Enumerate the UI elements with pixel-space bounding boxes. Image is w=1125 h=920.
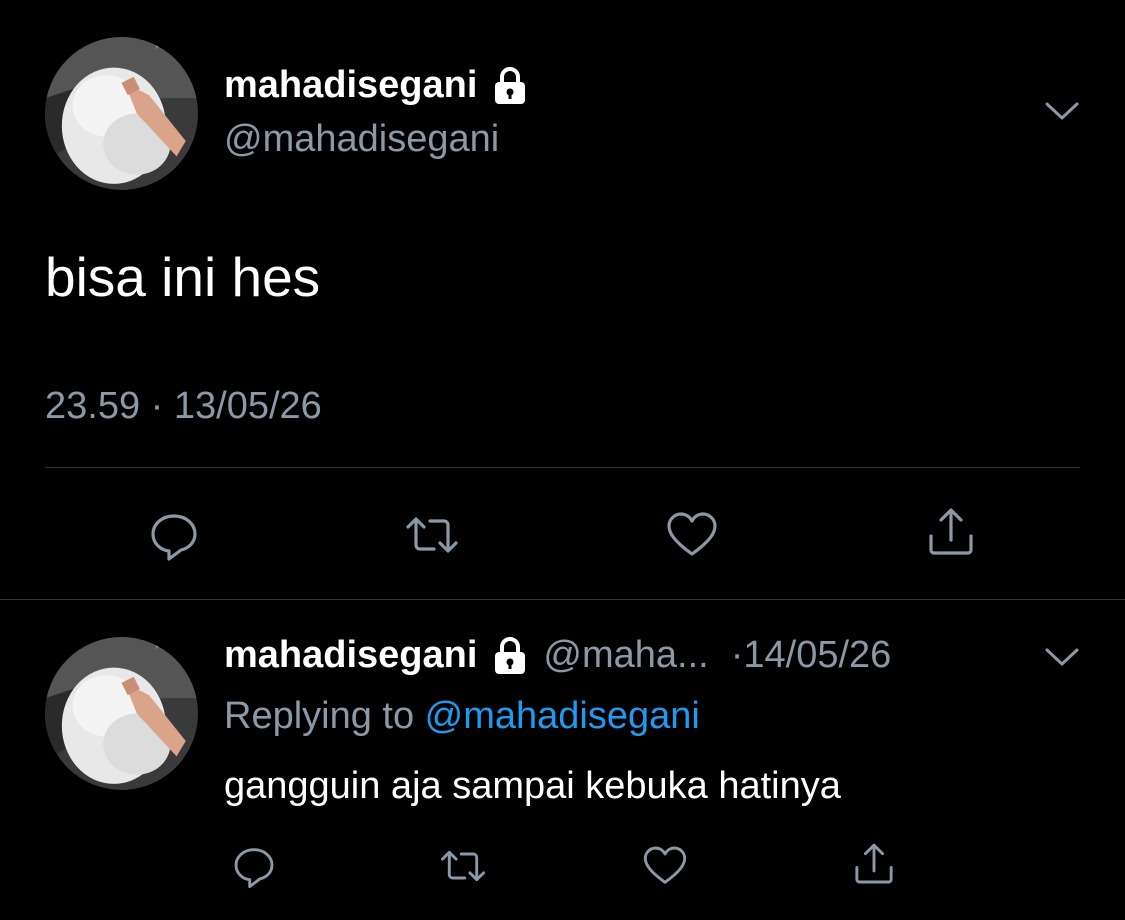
lock-icon: [491, 66, 529, 106]
reply-button[interactable]: [144, 505, 204, 565]
section-divider: [0, 599, 1125, 600]
lock-icon: [491, 636, 529, 676]
replying-to: Replying to @mahadisegani: [224, 695, 700, 738]
user-handle[interactable]: @mahadisegani: [224, 118, 499, 161]
like-icon: [667, 512, 717, 556]
divider: [45, 467, 1080, 468]
share-button[interactable]: [921, 502, 981, 562]
replying-to-label: Replying to: [224, 695, 425, 737]
retweet-button[interactable]: [433, 836, 493, 896]
reply-icon: [151, 514, 197, 561]
tweet-date[interactable]: ·14/05/26: [731, 634, 892, 677]
retweet-button[interactable]: [402, 505, 462, 565]
reply-icon: [234, 848, 274, 889]
share-icon: [929, 508, 973, 555]
reply-header: mahadisegani @maha... ·14/05/26: [224, 634, 891, 677]
avatar[interactable]: [45, 637, 198, 790]
chevron-down-icon[interactable]: [1044, 644, 1080, 670]
tweet-text: bisa ini hes: [45, 246, 321, 308]
reply-button[interactable]: [224, 836, 284, 896]
mention-link[interactable]: @mahadisegani: [425, 695, 700, 737]
like-icon: [643, 846, 687, 884]
like-button[interactable]: [635, 836, 695, 896]
avatar[interactable]: [45, 37, 198, 190]
display-name[interactable]: mahadisegani: [224, 634, 477, 677]
user-handle[interactable]: @maha...: [543, 634, 708, 677]
share-button[interactable]: [844, 834, 904, 894]
retweet-icon: [440, 850, 486, 882]
display-name-text[interactable]: mahadisegani: [224, 64, 477, 107]
share-icon: [855, 843, 893, 884]
display-name[interactable]: mahadisegani: [224, 64, 529, 107]
tweet-text: gangguin aja sampai kebuka hatinya: [224, 765, 841, 807]
like-button[interactable]: [662, 505, 722, 565]
tweet-timestamp[interactable]: 23.59 · 13/05/26: [45, 385, 322, 428]
chevron-down-icon[interactable]: [1044, 98, 1080, 124]
retweet-icon: [406, 517, 458, 553]
